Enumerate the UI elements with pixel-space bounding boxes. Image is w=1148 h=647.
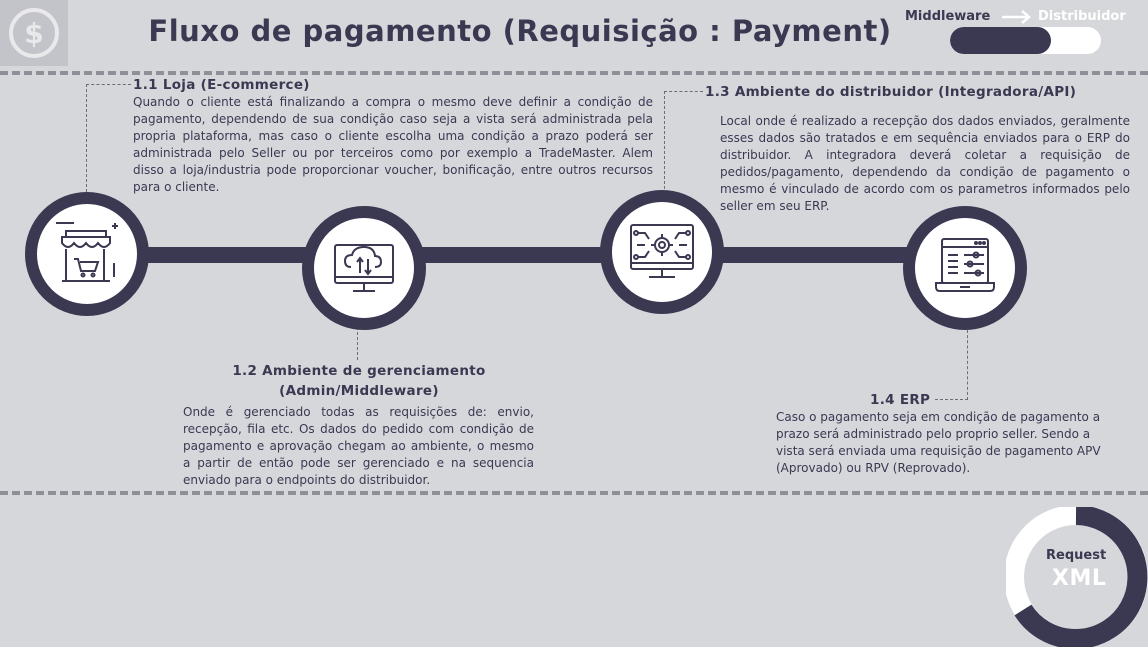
node-monitor-gear [600, 190, 724, 314]
badge-line-1: Request [1046, 548, 1107, 563]
top-divider [0, 71, 1148, 75]
step-2-heading-line1: 1.2 Ambiente de gerenciamento [232, 363, 486, 379]
connector-step-4 [935, 330, 968, 400]
connector-step-1 [86, 84, 131, 197]
node-laptop [903, 206, 1027, 330]
cloud-monitor-icon [334, 244, 394, 292]
arrow-right-icon [1002, 10, 1031, 24]
svg-text:$: $ [24, 17, 43, 50]
badge-line-2: XML [1052, 566, 1107, 591]
step-3-text: Local onde é realizado a recepção dos da… [720, 114, 1130, 213]
page-title: Fluxo de pagamento (Requisição : Payment… [148, 14, 892, 48]
flow-from-label: Middleware [905, 9, 991, 24]
step-2-heading-line2: (Admin/Middleware) [279, 383, 439, 399]
laptop-settings-icon [935, 238, 995, 292]
progress-bar-fill [950, 27, 1052, 54]
dollar-icon: $ [9, 8, 59, 58]
store-icon [56, 222, 118, 282]
monitor-gear-icon [630, 224, 694, 278]
connector-step-3 [664, 91, 703, 194]
node-store [25, 192, 149, 316]
node-cloud [302, 206, 426, 330]
bottom-divider [0, 491, 1148, 495]
timeline-bar [80, 247, 970, 263]
flow-to-label: Distribuidor [1038, 9, 1126, 24]
step-1-heading: 1.1 Loja (E-commerce) [133, 77, 310, 93]
step-2-text: Onde é gerenciado todas as requisições d… [183, 405, 534, 487]
step-4-text: Caso o pagamento seja em condição de pag… [776, 410, 1101, 475]
step-3-heading: 1.3 Ambiente do distribuidor (Integrador… [705, 84, 1077, 100]
progress-bar [950, 27, 1101, 54]
dollar-logo: $ [0, 0, 68, 66]
step-4-heading: 1.4 ERP [870, 392, 931, 408]
step-1-text: Quando o cliente está finalizando a comp… [133, 95, 653, 194]
